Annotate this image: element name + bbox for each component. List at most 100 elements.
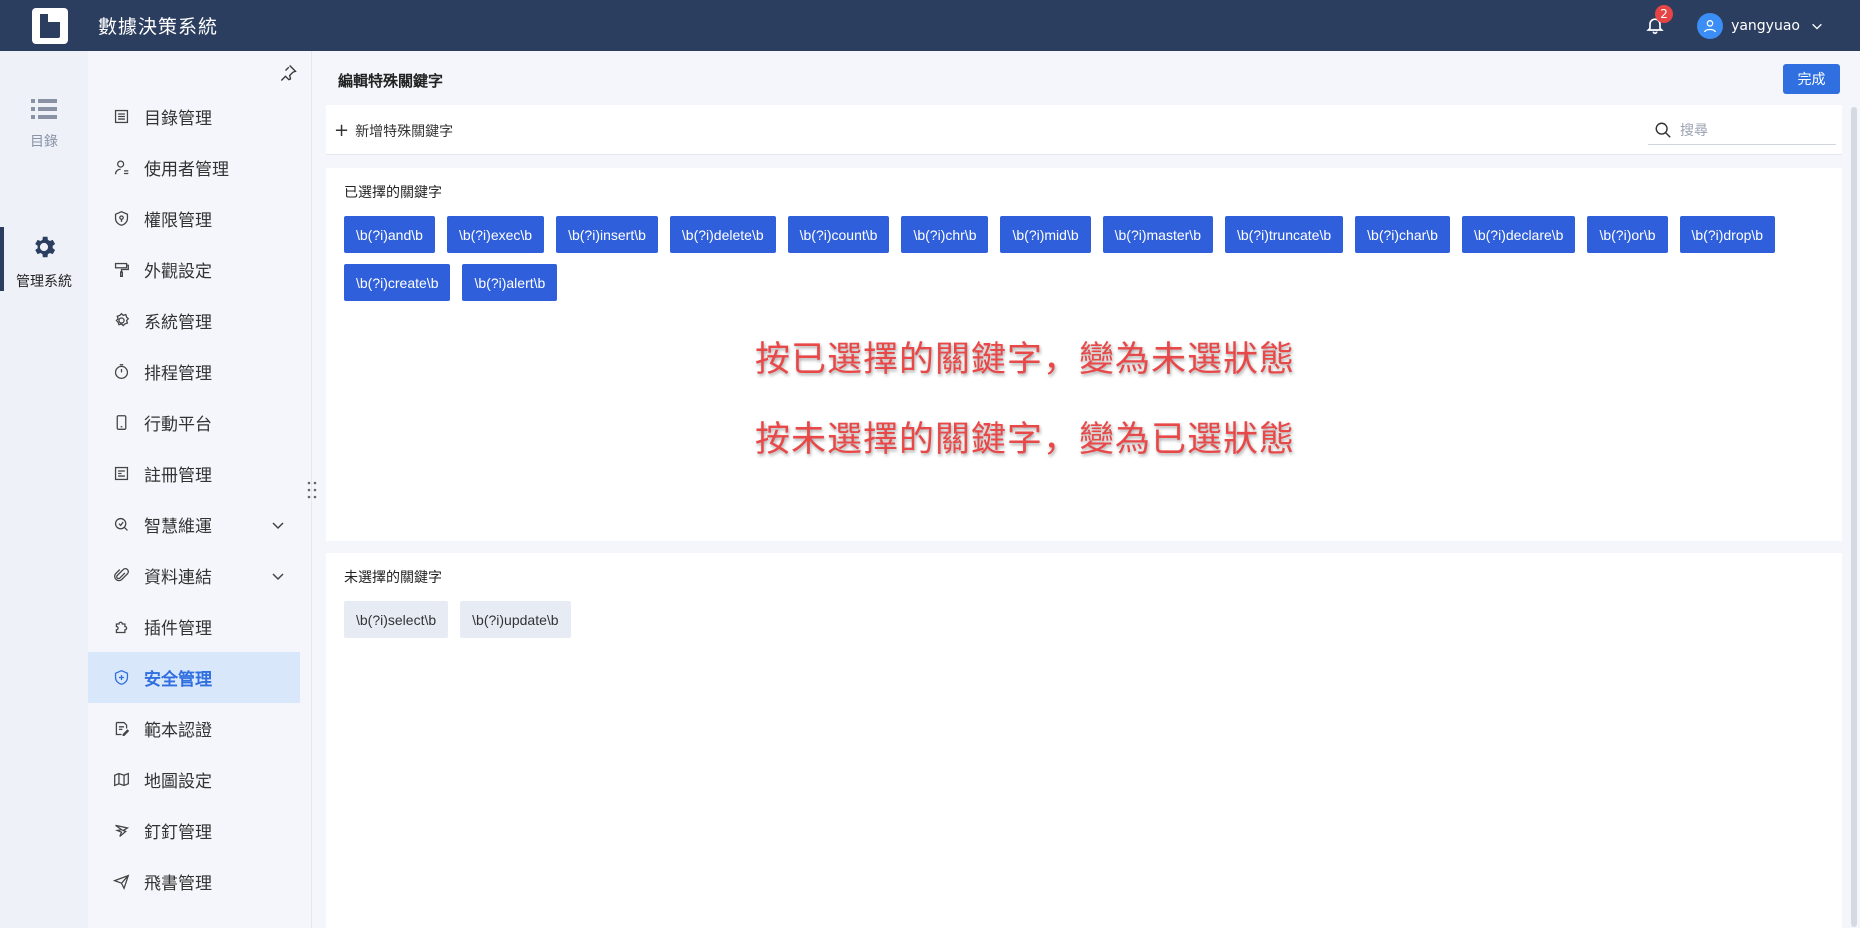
puzzle-icon: [115, 621, 127, 634]
sidebar-item-label: 排程管理: [144, 364, 212, 384]
rail-item-management[interactable]: 管理系統: [0, 227, 88, 291]
keyword-tag[interactable]: \b(?i)insert\b: [556, 216, 658, 253]
username[interactable]: yangyuao: [1731, 18, 1800, 34]
notification-badge: 2: [1655, 4, 1674, 23]
keyword-toolbar: + 新增特殊關鍵字: [326, 105, 1842, 155]
sidebar-item-label: 註冊管理: [144, 466, 212, 486]
sidebar-item-system[interactable]: 系統管理: [88, 295, 300, 346]
annotation-line-1: 按已選擇的關鍵字，變為未選狀態: [755, 340, 1296, 380]
search-box[interactable]: [1648, 115, 1836, 145]
notification-button[interactable]: 2: [1645, 4, 1674, 37]
keyword-tag[interactable]: \b(?i)master\b: [1102, 216, 1213, 253]
keyword-tag[interactable]: \b(?i)char\b: [1355, 216, 1450, 253]
user-avatar-icon: [1704, 19, 1717, 32]
add-keyword-label: 新增特殊關鍵字: [355, 124, 454, 140]
sidebar-item-plugins[interactable]: 插件管理: [88, 601, 300, 652]
sidebar-item-label: 目錄管理: [144, 109, 212, 129]
sidebar-item-mobile[interactable]: 行動平台: [88, 397, 300, 448]
chevron-down-icon[interactable]: [270, 568, 286, 584]
keyword-tag[interactable]: \b(?i)mid\b: [1000, 216, 1091, 253]
keyword-tag[interactable]: \b(?i)and\b: [344, 216, 435, 253]
sidebar-item-data-connection[interactable]: 資料連結: [88, 550, 300, 601]
paperclip-icon: [113, 568, 129, 582]
sidebar-item-schedule[interactable]: 排程管理: [88, 346, 300, 397]
sidebar-item-label: 外觀設定: [144, 262, 212, 282]
keyword-tag[interactable]: \b(?i)alert\b: [462, 264, 558, 301]
sidebar-item-label: 釘釘管理: [144, 823, 212, 843]
template-cert-icon: [115, 721, 129, 736]
sidebar-item-user-management[interactable]: 使用者管理: [88, 142, 300, 193]
settings-icon: [114, 312, 129, 327]
sidebar-item-dingtalk[interactable]: 釘釘管理: [88, 805, 300, 856]
unselected-keywords-title: 未選擇的關鍵字: [344, 570, 442, 586]
sidebar-item-label: 行動平台: [144, 415, 212, 435]
keyword-tag[interactable]: \b(?i)select\b: [344, 601, 449, 638]
annotation-line-2: 按未選擇的關鍵字，變為已選狀態: [755, 420, 1296, 460]
plus-icon: +: [334, 120, 350, 141]
app-logo[interactable]: [32, 7, 68, 44]
sidebar-item-smart-ops[interactable]: 智慧維運: [88, 499, 300, 550]
sidebar-item-label: 智慧維運: [144, 517, 212, 537]
register-icon: [114, 466, 128, 481]
top-bar: 數據決策系統 2 yangyuao: [0, 0, 1860, 51]
sidebar-item-label: 系統管理: [144, 313, 212, 333]
top-right-area: 2 yangyuao: [1645, 0, 1824, 51]
keyword-tag[interactable]: \b(?i)update\b: [460, 601, 571, 638]
sidebar-item-permission-management[interactable]: 權限管理: [88, 193, 300, 244]
mobile-icon: [116, 415, 126, 430]
keyword-tag[interactable]: \b(?i)count\b: [787, 216, 890, 253]
avatar[interactable]: [1697, 12, 1724, 39]
keyword-tag[interactable]: \b(?i)delete\b: [669, 216, 776, 253]
module-rail: 目錄 管理系統: [0, 51, 88, 928]
sidebar-item-catalog-management[interactable]: 目錄管理: [88, 91, 300, 142]
timer-icon: [114, 364, 128, 379]
gear-icon: [35, 236, 56, 258]
chevron-down-icon[interactable]: [1810, 19, 1824, 33]
rail-item-catalog[interactable]: 目錄: [0, 97, 88, 151]
sidebar-item-template-cert[interactable]: 範本認證: [88, 703, 300, 754]
paint-roller-icon: [114, 262, 129, 277]
sidebar-item-label: 資料連結: [144, 568, 212, 588]
smart-ops-icon: [114, 517, 128, 531]
chevron-down-icon[interactable]: [270, 517, 286, 533]
keyword-tag[interactable]: \b(?i)truncate\b: [1224, 216, 1344, 253]
feishu-icon: [112, 874, 129, 890]
search-input[interactable]: [1680, 121, 1820, 138]
catalog-icon: [114, 109, 128, 124]
sidebar-item-map[interactable]: 地圖設定: [88, 754, 300, 805]
unselected-keywords-panel: 未選擇的關鍵字 \b(?i)select\b \b(?i)update\b: [326, 553, 1842, 928]
add-keyword-button[interactable]: + 新增特殊關鍵字: [334, 121, 453, 141]
sidebar-item-appearance[interactable]: 外觀設定: [88, 244, 300, 295]
keyword-tag[interactable]: \b(?i)chr\b: [901, 216, 989, 253]
search-icon: [1655, 122, 1671, 138]
sidebar-item-feishu[interactable]: 飛書管理: [88, 856, 300, 907]
sidebar-item-label: 安全管理: [144, 670, 212, 690]
scrollbar[interactable]: [1851, 107, 1857, 927]
sidebar-item-security[interactable]: 安全管理: [88, 652, 300, 703]
sidebar-item-label: 地圖設定: [144, 772, 212, 792]
sidebar-item-label: 使用者管理: [144, 160, 229, 180]
keyword-tag[interactable]: \b(?i)declare\b: [1461, 216, 1576, 253]
sidebar-item-registration[interactable]: 註冊管理: [88, 448, 300, 499]
nav-list: 目錄管理 使用者管理 權限管理 外觀設定 系統管理 排程管理 行動平台 註冊管理…: [88, 91, 300, 907]
keyword-tag[interactable]: \b(?i)create\b: [344, 264, 451, 301]
unselected-keywords-list: \b(?i)select\b \b(?i)update\b: [344, 601, 1804, 638]
sidebar-item-label: 飛書管理: [144, 874, 212, 894]
shield-icon: [114, 670, 128, 685]
keyword-tag[interactable]: \b(?i)drop\b: [1679, 216, 1776, 253]
sidebar-item-label: 權限管理: [144, 211, 212, 231]
user-icon: [114, 160, 128, 175]
rail-item-label: 管理系統: [16, 274, 72, 290]
dingtalk-icon: [114, 824, 129, 837]
keyword-tag[interactable]: \b(?i)exec\b: [446, 216, 545, 253]
rail-item-label: 目錄: [30, 134, 58, 150]
done-button[interactable]: 完成: [1783, 64, 1840, 94]
nav-sidebar: 目錄管理 使用者管理 權限管理 外觀設定 系統管理 排程管理 行動平台 註冊管理…: [88, 51, 312, 928]
sidebar-item-label: 範本認證: [144, 721, 212, 741]
page-header: 編輯特殊關鍵字 完成: [312, 51, 1860, 105]
pin-icon[interactable]: [278, 63, 298, 83]
list-icon: [31, 99, 57, 119]
permission-icon: [114, 211, 128, 226]
keyword-tag[interactable]: \b(?i)or\b: [1587, 216, 1668, 253]
selected-keywords-list: \b(?i)and\b \b(?i)exec\b \b(?i)insert\b \b(…: [344, 216, 1804, 301]
